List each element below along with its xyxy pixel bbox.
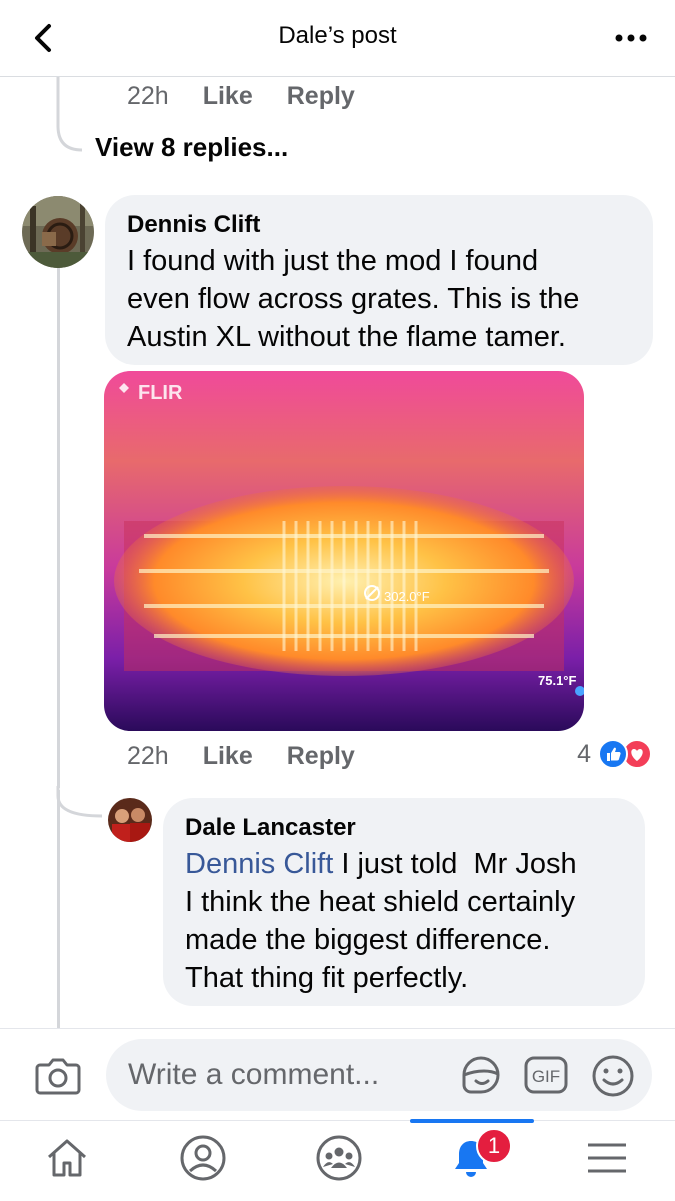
comment-bubble: Dennis Clift I found with just the mod I… <box>105 195 653 365</box>
reaction-count: 4 <box>577 739 591 768</box>
avatar-image <box>22 196 94 268</box>
reply-connector <box>56 786 103 818</box>
profile-icon <box>180 1135 226 1181</box>
sticker-icon <box>462 1056 500 1094</box>
more-options-button[interactable] <box>613 24 649 52</box>
reply-bubble: Dale Lancaster Dennis Clift I just told … <box>163 798 645 1006</box>
gif-button[interactable]: GIF <box>524 1056 568 1094</box>
camera-button[interactable] <box>34 1053 82 1097</box>
view-replies-link[interactable]: View 8 replies... <box>95 132 288 163</box>
reaction-icons <box>598 739 652 769</box>
thermal-image: 302.0°F 75.1°F FLIR <box>104 371 584 731</box>
like-button[interactable]: Like <box>203 742 253 771</box>
emoji-icon <box>592 1055 634 1097</box>
comment-placeholder: Write a comment... <box>128 1058 380 1091</box>
reply-line-text: I just told Mr Josh <box>333 848 577 880</box>
center-temp-label: 302.0°F <box>384 589 430 604</box>
flir-logo: FLIR <box>138 382 183 404</box>
avatar-image <box>108 798 152 842</box>
comment-time: 22h <box>127 82 169 110</box>
reply-line: That thing fit perfectly. <box>185 962 469 994</box>
like-button[interactable]: Like <box>203 82 253 111</box>
thread-line <box>57 790 60 1030</box>
reply-line: made the biggest difference. <box>185 924 551 956</box>
comment-time: 22h <box>127 742 169 770</box>
notification-badge: 1 <box>476 1128 512 1164</box>
reactions-summary[interactable]: 4 <box>577 738 653 770</box>
comment-input[interactable]: Write a comment... GIF <box>106 1039 652 1111</box>
avatar[interactable] <box>22 196 94 268</box>
reply-body: Dennis Clift I just told Mr Josh I think… <box>185 845 577 997</box>
menu-icon <box>588 1143 626 1173</box>
svg-text:GIF: GIF <box>532 1067 560 1086</box>
reply-line: I think the heat shield certainly <box>185 886 576 918</box>
page-title: Dale’s post <box>278 22 397 49</box>
nav-home[interactable] <box>22 1121 112 1201</box>
thread-connector <box>56 76 83 152</box>
reply-line: Dennis Clift I just told Mr Josh <box>185 845 577 883</box>
comment-line: Austin XL without the flame tamer. <box>127 321 566 353</box>
nav-menu[interactable] <box>562 1121 652 1201</box>
corner-temp-label: 75.1°F <box>538 673 577 688</box>
nav-groups[interactable] <box>294 1121 384 1201</box>
comment-composer: Write a comment... GIF <box>0 1028 675 1121</box>
comment-body: I found with just the mod I found even f… <box>127 242 579 356</box>
camera-icon <box>35 1058 81 1095</box>
sticker-button[interactable] <box>458 1053 504 1099</box>
avatar[interactable] <box>108 798 152 842</box>
bottom-nav <box>0 1119 675 1201</box>
reply-button[interactable]: Reply <box>287 742 355 771</box>
reply-author[interactable]: Dale Lancaster <box>185 814 356 842</box>
emoji-button[interactable] <box>590 1053 636 1099</box>
home-icon <box>48 1139 86 1177</box>
comment-actions: 22h Like Reply <box>127 82 355 111</box>
top-bar: Dale’s post <box>0 0 675 77</box>
comment-line: I found with just the mod I found <box>127 245 539 277</box>
nav-profile[interactable] <box>158 1121 248 1201</box>
reply-button[interactable]: Reply <box>287 82 355 111</box>
thread-line <box>57 268 60 788</box>
comment-image[interactable]: 302.0°F 75.1°F FLIR <box>104 371 584 731</box>
comment-line: even flow across grates. This is the <box>127 283 580 315</box>
comment-actions: 22h Like Reply <box>127 742 355 771</box>
mention-link[interactable]: Dennis Clift <box>185 848 333 880</box>
comment-author[interactable]: Dennis Clift <box>127 211 260 239</box>
groups-icon <box>316 1135 362 1181</box>
more-icon <box>615 34 647 42</box>
gif-icon: GIF <box>524 1056 568 1094</box>
